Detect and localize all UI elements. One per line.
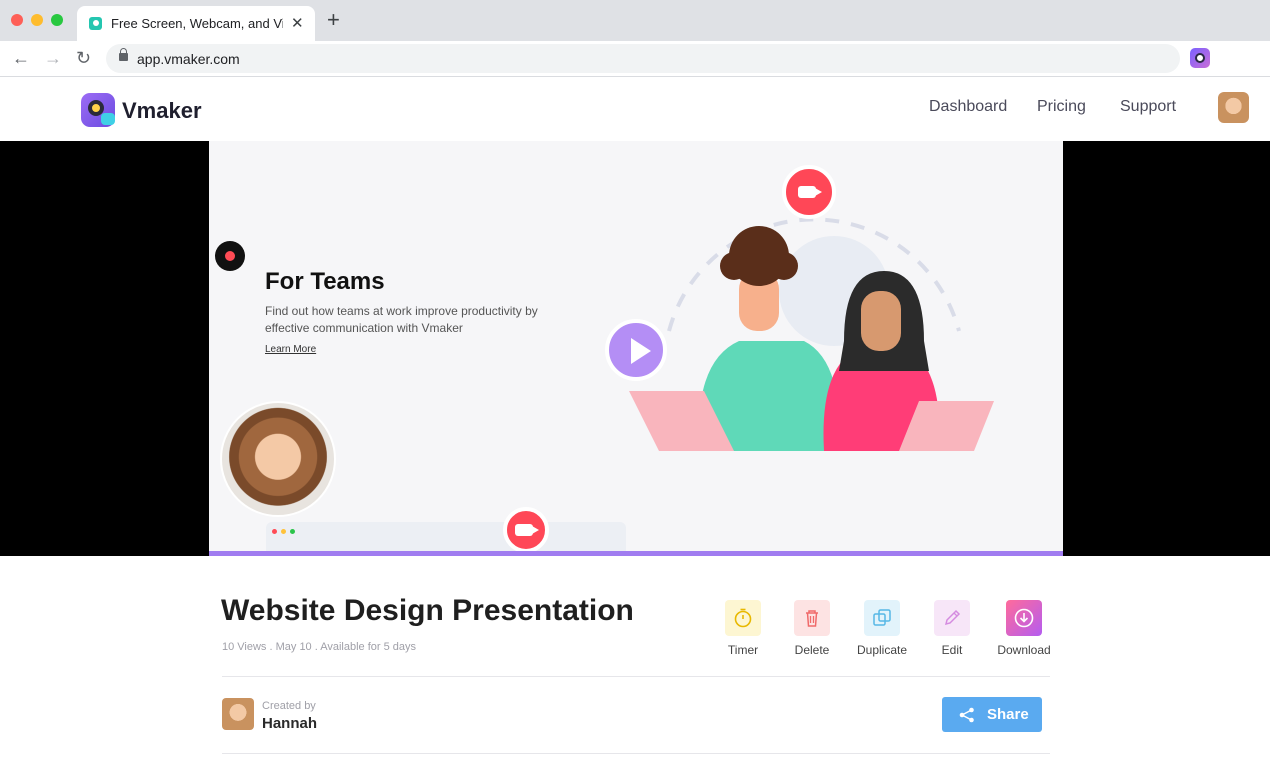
browser-tab-strip: Free Screen, Webcam, and Video Recorder … bbox=[0, 0, 1270, 41]
progress-fill bbox=[209, 551, 1063, 556]
record-indicator-icon bbox=[215, 241, 245, 271]
duplicate-label: Duplicate bbox=[856, 643, 908, 657]
timer-label: Timer bbox=[727, 643, 759, 657]
camera-record-icon bbox=[782, 165, 836, 219]
site-header: Vmaker Dashboard Pricing Support bbox=[0, 78, 1270, 140]
user-avatar[interactable] bbox=[1218, 92, 1249, 123]
nav-dashboard-link[interactable]: Dashboard bbox=[929, 98, 1007, 116]
browser-tab[interactable]: Free Screen, Webcam, and Video Recorder … bbox=[77, 6, 315, 41]
new-tab-button[interactable]: + bbox=[327, 9, 340, 31]
video-player[interactable]: For Teams Find out how teams at work imp… bbox=[0, 141, 1270, 556]
webcam-bubble bbox=[220, 401, 336, 517]
pencil-icon bbox=[934, 600, 970, 636]
browser-toolbar: ← → ↻ app.vmaker.com bbox=[0, 41, 1270, 77]
camera-record-icon bbox=[503, 507, 549, 553]
share-button[interactable]: Share bbox=[942, 697, 1042, 732]
vmaker-logo-icon[interactable] bbox=[81, 93, 115, 127]
creator-name: Hannah bbox=[262, 715, 318, 732]
delete-button[interactable]: Delete bbox=[777, 600, 847, 657]
divider bbox=[222, 676, 1050, 677]
share-icon bbox=[959, 707, 974, 723]
video-meta: 10 Views . May 10 . Available for 5 days bbox=[222, 641, 417, 653]
share-label: Share bbox=[987, 706, 1029, 723]
timer-button[interactable]: Timer bbox=[708, 600, 778, 657]
window-zoom-button[interactable] bbox=[51, 14, 63, 26]
nav-support-link[interactable]: Support bbox=[1120, 98, 1176, 116]
copy-icon bbox=[864, 600, 900, 636]
slide-title: For Teams bbox=[265, 268, 385, 295]
slide-description: Find out how teams at work improve produ… bbox=[265, 304, 538, 335]
play-icon[interactable] bbox=[605, 319, 667, 381]
tab-close-icon[interactable]: ✕ bbox=[291, 14, 304, 32]
video-frame: For Teams Find out how teams at work imp… bbox=[209, 141, 1063, 556]
forward-arrow-icon[interactable]: → bbox=[44, 47, 62, 69]
vmaker-favicon-icon bbox=[89, 17, 102, 30]
logo-text[interactable]: Vmaker bbox=[122, 98, 202, 124]
download-icon bbox=[1006, 600, 1042, 636]
address-bar[interactable]: app.vmaker.com bbox=[106, 44, 1180, 73]
slide-learn-more-link: Learn More bbox=[265, 344, 317, 355]
download-button[interactable]: Download bbox=[989, 600, 1059, 657]
divider bbox=[222, 753, 1050, 754]
window-minimize-button[interactable] bbox=[31, 14, 43, 26]
url-text[interactable]: app.vmaker.com bbox=[137, 51, 240, 67]
creator-avatar bbox=[222, 698, 254, 730]
edit-button[interactable]: Edit bbox=[917, 600, 987, 657]
back-arrow-icon[interactable]: ← bbox=[12, 47, 30, 69]
stopwatch-icon bbox=[725, 600, 761, 636]
delete-label: Delete bbox=[794, 643, 830, 657]
trash-icon bbox=[794, 600, 830, 636]
edit-label: Edit bbox=[941, 643, 963, 657]
duplicate-button[interactable]: Duplicate bbox=[847, 600, 917, 657]
tab-title: Free Screen, Webcam, and Video Recorder bbox=[111, 16, 283, 31]
video-title: Website Design Presentation bbox=[221, 594, 634, 627]
vmaker-extension-icon[interactable] bbox=[1190, 48, 1210, 68]
created-by-label: Created by bbox=[262, 700, 316, 712]
reload-icon[interactable]: ↻ bbox=[76, 47, 91, 69]
nav-pricing-link[interactable]: Pricing bbox=[1037, 98, 1086, 116]
lock-icon bbox=[119, 48, 128, 61]
download-label: Download bbox=[997, 643, 1051, 657]
window-close-button[interactable] bbox=[11, 14, 23, 26]
video-progress-bar[interactable] bbox=[209, 551, 1063, 556]
